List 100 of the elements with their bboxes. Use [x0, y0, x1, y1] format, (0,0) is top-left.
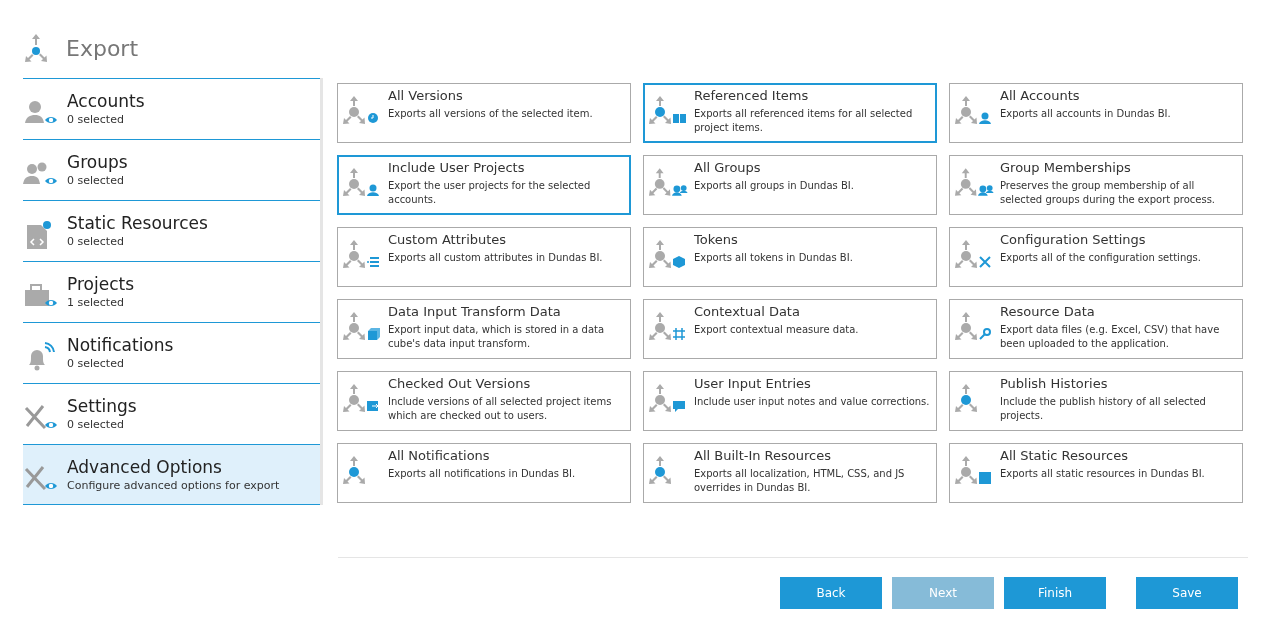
item-detail: 0 selected	[67, 173, 125, 189]
export-arrows-icon	[954, 384, 978, 412]
option-title: Group Memberships	[1000, 160, 1132, 176]
option-title: Data Input Transform Data	[388, 304, 562, 320]
person-icon	[979, 112, 991, 124]
option-description: Export data files (e.g. Excel, CSV) that have been uploaded to the application.	[1000, 323, 1221, 351]
export-arrows-icon	[648, 96, 672, 124]
export-icon	[22, 32, 50, 64]
person-icon	[367, 184, 379, 196]
option-title: Referenced Items	[694, 88, 810, 104]
item-detail: 0 selected	[67, 417, 125, 433]
option-description: Export the user projects for the selected accounts.	[388, 179, 592, 207]
sidebar-item[interactable]: Notifications 0 selected	[23, 322, 320, 383]
option-card[interactable]: All Built-In Resources Exports all localization, HTML, CSS, and JS overrides in Dundas BI.	[643, 443, 937, 503]
option-description: Include user input notes and value corrections.	[694, 395, 930, 409]
export-arrows-icon	[954, 240, 978, 268]
export-arrows-icon	[648, 384, 672, 412]
option-card[interactable]: All Versions Exports all versions of the selected item.	[337, 83, 631, 143]
option-card[interactable]: Tokens Exports all tokens in Dundas BI.	[643, 227, 937, 287]
sidebar-item[interactable]: Groups 0 selected	[23, 139, 320, 200]
sidebar-item[interactable]: Projects 1 selected	[23, 261, 320, 322]
option-title: Contextual Data	[694, 304, 801, 320]
people-icon	[978, 184, 994, 196]
option-card[interactable]: Custom Attributes Exports all custom attributes in Dundas BI.	[337, 227, 631, 287]
list-icon	[367, 256, 379, 268]
export-arrows-icon	[954, 312, 978, 340]
option-description: Exports all versions of the selected item.	[388, 107, 593, 121]
option-card[interactable]: Data Input Transform Data Export input data, which is stored in a data cube's data input transform.	[337, 299, 631, 359]
option-description: Export contextual measure data.	[694, 323, 859, 337]
option-card[interactable]: All Static Resources Exports all static resources in Dundas BI.	[949, 443, 1243, 503]
option-description: Exports all of the configuration settings.	[1000, 251, 1201, 265]
sidebar-item[interactable]: Static Resources 0 selected	[23, 200, 320, 261]
option-card[interactable]: All Accounts Exports all accounts in Dundas BI.	[949, 83, 1243, 143]
comment-icon	[673, 401, 685, 412]
option-title: Include User Projects	[388, 160, 526, 176]
export-arrows-icon	[648, 312, 672, 340]
export-arrows-icon	[342, 312, 366, 340]
export-arrows-icon	[648, 168, 672, 196]
option-title: Configuration Settings	[1000, 232, 1147, 248]
option-description: Exports all groups in Dundas BI.	[694, 179, 854, 193]
option-card[interactable]: All Notifications Exports all notifications in Dundas BI.	[337, 443, 631, 503]
option-description: Preserves the group membership of all selected groups during the export process.	[1000, 179, 1217, 207]
option-title: Resource Data	[1000, 304, 1096, 320]
grid-icon	[673, 328, 685, 340]
item-detail: Configure advanced options for export	[67, 478, 280, 494]
people-icon	[672, 184, 688, 196]
book-icon	[673, 113, 686, 124]
option-title: All Built-In Resources	[694, 448, 832, 464]
sidebar-item[interactable]: Accounts 0 selected	[23, 78, 320, 139]
option-card[interactable]: Resource Data Export data files (e.g. Excel, CSV) that have been uploaded to the application.	[949, 299, 1243, 359]
option-title: Checked Out Versions	[388, 376, 532, 392]
export-arrows-icon	[954, 168, 978, 196]
option-description: Export input data, which is stored in a data cube's data input transform.	[388, 323, 606, 351]
option-description: Exports all tokens in Dundas BI.	[694, 251, 853, 265]
option-card[interactable]: All Groups Exports all groups in Dundas BI.	[643, 155, 937, 215]
item-detail: 0 selected	[67, 234, 125, 250]
export-arrows-icon	[954, 456, 978, 484]
option-description: Include the publish history of all selected projects.	[1000, 395, 1207, 423]
option-card[interactable]: Group Memberships Preserves the group membership of all selected groups during the export process.	[949, 155, 1243, 215]
hexagon-icon	[673, 256, 685, 268]
clock-icon	[367, 112, 379, 124]
option-title: All Static Resources	[1000, 448, 1129, 464]
export-arrows-icon	[342, 96, 366, 124]
item-detail: 0 selected	[67, 356, 125, 372]
option-title: All Groups	[694, 160, 762, 176]
option-description: Exports all custom attributes in Dundas BI.	[388, 251, 603, 265]
option-description: Exports all localization, HTML, CSS, and JS overrides in Dundas BI.	[694, 467, 906, 495]
option-card[interactable]: User Input Entries Include user input notes and value corrections.	[643, 371, 937, 431]
option-card[interactable]: Referenced Items Exports all referenced items for all selected project items.	[643, 83, 937, 143]
option-description: Exports all notifications in Dundas BI.	[388, 467, 576, 481]
item-detail: 0 selected	[67, 112, 125, 128]
option-title: All Accounts	[1000, 88, 1081, 104]
export-arrows-icon	[342, 168, 366, 196]
option-title: Tokens	[694, 232, 739, 248]
option-card[interactable]: Include User Projects Export the user projects for the selected accounts.	[337, 155, 631, 215]
option-description: Exports all accounts in Dundas BI.	[1000, 107, 1171, 121]
item-label: Static Resources	[67, 213, 208, 234]
page-title: Export	[66, 34, 138, 63]
export-arrows-icon	[648, 456, 672, 484]
export-arrows-icon	[342, 240, 366, 268]
export-arrows-icon	[342, 456, 366, 484]
option-description: Include versions of all selected project items which are checked out to users.	[388, 395, 613, 423]
tools-icon	[979, 256, 991, 268]
item-detail: 1 selected	[67, 295, 125, 311]
option-card[interactable]: Publish Histories Include the publish history of all selected projects.	[949, 371, 1243, 431]
option-card[interactable]: Checked Out Versions Include versions of all selected project items which are checked out to users.	[337, 371, 631, 431]
option-card[interactable]: Contextual Data Export contextual measure data.	[643, 299, 937, 359]
item-label: Projects	[67, 274, 135, 295]
file-icon	[979, 472, 991, 484]
magnifier-icon	[979, 328, 991, 340]
option-title: All Versions	[388, 88, 464, 104]
option-title: User Input Entries	[694, 376, 812, 392]
option-title: All Notifications	[388, 448, 491, 464]
item-label: Groups	[67, 152, 128, 173]
option-description: Exports all referenced items for all selected project items.	[694, 107, 914, 135]
option-card[interactable]: Configuration Settings Exports all of the configuration settings.	[949, 227, 1243, 287]
export-arrows-icon	[954, 96, 978, 124]
item-label: Accounts	[67, 91, 145, 112]
sidebar-item[interactable]: Advanced Options Configure advanced options for export	[23, 444, 320, 505]
item-label: Advanced Options	[67, 457, 223, 478]
